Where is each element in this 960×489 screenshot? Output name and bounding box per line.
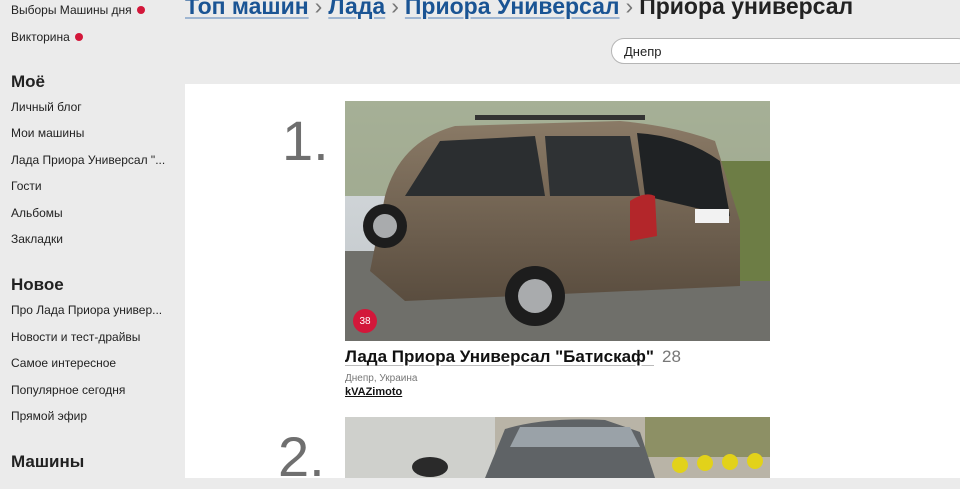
sidebar-item-guests[interactable]: Гости — [11, 179, 42, 193]
page-title: Приора универсал — [639, 0, 854, 19]
breadcrumb-separator: › — [625, 0, 634, 19]
rank-number: 2. — [278, 425, 325, 488]
car-photo-icon — [345, 101, 770, 341]
search-input[interactable] — [611, 38, 960, 64]
sidebar-item-albums[interactable]: Альбомы — [11, 206, 63, 220]
sidebar-link-label: Выборы Машины дня — [11, 3, 132, 17]
sidebar-link-car-of-day[interactable]: Выборы Машины дня — [11, 3, 145, 17]
main-content: 1. 38 Лада Приора Универсал "Батискаф" 2… — [185, 84, 960, 488]
sidebar-section-title: Новое — [11, 275, 64, 294]
car-title-link[interactable]: Лада Приора Универсал "Батискаф" — [345, 347, 654, 366]
car-title[interactable]: Лада Приора Универсал "Батискаф" 28 — [345, 347, 681, 367]
car-photo[interactable]: 38 — [345, 101, 770, 341]
car-score: 28 — [662, 347, 681, 366]
breadcrumb-separator: › — [314, 0, 323, 19]
car-photo[interactable] — [345, 417, 770, 478]
sidebar-item-live[interactable]: Прямой эфир — [11, 409, 87, 423]
sidebar-item-about-model[interactable]: Про Лада Приора универ... — [11, 303, 162, 317]
notification-dot-icon — [136, 6, 145, 14]
sidebar-section-title: Машины — [11, 452, 85, 471]
breadcrumb-priora-wagon[interactable]: Приора Универсал — [405, 0, 620, 19]
sidebar-item-bookmarks[interactable]: Закладки — [11, 232, 63, 246]
sidebar-item-blog[interactable]: Личный блог — [11, 100, 82, 114]
sidebar: Выборы Машины дня Викторина Моё Личный б… — [0, 0, 185, 478]
sidebar-item-my-cars[interactable]: Мои машины — [11, 126, 84, 140]
breadcrumb-lada[interactable]: Лада — [328, 0, 385, 19]
breadcrumb-separator: › — [391, 0, 399, 19]
car-location: Днепр, Украина — [345, 373, 418, 384]
car-owner-link[interactable]: kVAZimoto — [345, 386, 402, 398]
breadcrumb: Топ машин › Лада › Приора Универсал › Приора у… — [185, 0, 853, 20]
sidebar-section-title: Моё — [11, 72, 45, 91]
sidebar-item-news[interactable]: Новости и тест-драйвы — [11, 330, 140, 344]
rank-number: 1. — [282, 109, 329, 172]
notification-dot-icon — [74, 33, 83, 41]
photo-count-badge: 38 — [353, 309, 377, 333]
sidebar-link-quiz[interactable]: Викторина — [11, 30, 83, 44]
sidebar-item-car[interactable]: Лада Приора Универсал "... — [11, 153, 165, 167]
sidebar-item-popular[interactable]: Популярное сегодня — [11, 383, 125, 397]
breadcrumb-top-cars[interactable]: Топ машин — [185, 0, 309, 19]
sidebar-link-label: Викторина — [11, 30, 70, 44]
sidebar-item-interesting[interactable]: Самое интересное — [11, 356, 116, 370]
car-photo-icon — [345, 417, 770, 478]
